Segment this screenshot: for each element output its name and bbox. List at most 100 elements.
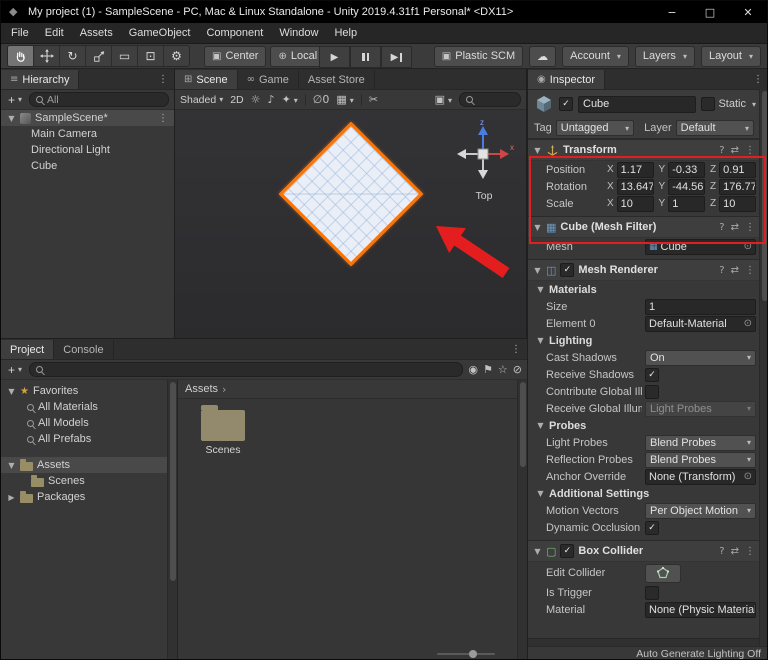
hierarchy-item-directional-light[interactable]: Directional Light xyxy=(1,142,174,158)
foldout-collapsed-icon[interactable]: ▶ xyxy=(7,493,16,502)
tab-console[interactable]: Console xyxy=(54,340,113,359)
receive-shadows-checkbox[interactable]: ✓ xyxy=(645,368,659,382)
foldout-expanded-icon[interactable]: ▼ xyxy=(533,266,542,275)
axis-cone[interactable] xyxy=(457,149,466,159)
materials-foldout[interactable]: ▼Materials xyxy=(528,281,760,298)
position-z-field[interactable]: 0.91 xyxy=(719,162,756,178)
pivot-mode-button[interactable]: ▣Center xyxy=(204,46,266,67)
search-by-type-icon[interactable]: ◉ xyxy=(468,363,478,376)
z-axis-cone[interactable] xyxy=(478,126,488,135)
scene-viewport[interactable]: z x Top xyxy=(175,110,526,340)
foldout-expanded-icon[interactable]: ▼ xyxy=(533,547,542,556)
custom-tool-button[interactable]: ⚙ xyxy=(164,46,189,66)
kebab-icon[interactable]: ⋮ xyxy=(745,222,755,233)
orientation-gizmo[interactable]: z x xyxy=(451,118,515,182)
gizmo-center-cube[interactable] xyxy=(478,149,488,159)
menu-help[interactable]: Help xyxy=(326,27,365,39)
object-name-field[interactable]: Cube xyxy=(578,96,696,113)
favorite-search-icon[interactable]: ☆ xyxy=(498,363,508,376)
preset-icon[interactable]: ⇄ xyxy=(731,222,739,233)
tab-game[interactable]: ∞Game xyxy=(238,70,299,89)
scale-z-field[interactable]: 10 xyxy=(719,196,756,212)
create-menu-button[interactable]: +▾ xyxy=(6,93,24,107)
scrollbar-thumb[interactable] xyxy=(762,91,768,301)
rotation-y-field[interactable]: -44.56 xyxy=(668,179,705,195)
cube-object-selected[interactable] xyxy=(279,122,423,266)
object-picker-icon[interactable]: ⊙ xyxy=(744,241,752,252)
cloud-button[interactable]: ☁ xyxy=(529,46,556,67)
scene-options-icon[interactable]: ⋮ xyxy=(152,113,174,124)
asset-scenes-folder[interactable]: Scenes xyxy=(194,410,252,456)
rect-tool-button[interactable]: ▭ xyxy=(112,46,138,66)
project-search-input[interactable] xyxy=(29,362,463,377)
panel-menu-icon[interactable]: ⋮ xyxy=(505,344,527,355)
kebab-icon[interactable]: ⋮ xyxy=(745,265,755,276)
dynamic-occlusion-checkbox[interactable]: ✓ xyxy=(645,521,659,535)
transform-tool-button[interactable]: ⊡ xyxy=(138,46,164,66)
menu-window[interactable]: Window xyxy=(271,27,326,39)
scene-search-input[interactable] xyxy=(459,92,521,107)
scene-tools-icon[interactable]: ✂ xyxy=(369,93,378,106)
contribute-gi-checkbox[interactable] xyxy=(645,385,659,399)
asset-zoom-slider[interactable] xyxy=(437,653,495,655)
tree-scenes-folder[interactable]: Scenes xyxy=(1,473,167,489)
light-probes-dropdown[interactable]: Blend Probes▾ xyxy=(645,435,756,451)
scale-x-field[interactable]: 10 xyxy=(617,196,654,212)
additional-settings-foldout[interactable]: ▼Additional Settings xyxy=(528,485,760,502)
2d-toggle-button[interactable]: 2D xyxy=(230,94,243,106)
foldout-expanded-icon[interactable]: ▼ xyxy=(533,146,542,155)
help-icon[interactable]: ? xyxy=(719,222,724,233)
preset-icon[interactable]: ⇄ xyxy=(731,546,739,557)
scrollbar-thumb[interactable] xyxy=(170,382,176,581)
tab-scene[interactable]: ⊞Scene xyxy=(175,70,238,89)
maximize-button[interactable]: □ xyxy=(691,1,729,23)
static-checkbox[interactable] xyxy=(701,97,715,111)
scene-effects-icon[interactable]: ✦▾ xyxy=(282,93,298,106)
axis-cone[interactable] xyxy=(478,170,488,179)
favorites-all-models[interactable]: All Models xyxy=(1,415,167,431)
foldout-expanded-icon[interactable]: ▼ xyxy=(7,387,16,396)
hidden-objects-icon[interactable]: ∅0 xyxy=(313,93,330,106)
tab-project[interactable]: Project xyxy=(1,340,54,359)
menu-edit[interactable]: Edit xyxy=(37,27,72,39)
kebab-icon[interactable]: ⋮ xyxy=(745,546,755,557)
menu-gameobject[interactable]: GameObject xyxy=(121,27,199,39)
tag-dropdown[interactable]: Untagged▾ xyxy=(556,120,634,136)
layers-dropdown[interactable]: Layers▾ xyxy=(635,46,695,67)
favorites-header[interactable]: ▼ ★ Favorites xyxy=(1,383,167,399)
project-tree-scrollbar[interactable] xyxy=(167,380,177,660)
plastic-scm-button[interactable]: ▣Plastic SCM xyxy=(434,46,523,67)
foldout-expanded-icon[interactable]: ▼ xyxy=(7,114,16,123)
object-picker-icon[interactable]: ⊙ xyxy=(744,318,752,329)
kebab-icon[interactable]: ⋮ xyxy=(745,145,755,156)
scale-y-field[interactable]: 1 xyxy=(668,196,705,212)
mesh-object-field[interactable]: ▦ Cube ⊙ xyxy=(645,239,756,255)
position-y-field[interactable]: -0.33 xyxy=(668,162,705,178)
scene-audio-icon[interactable]: ♪ xyxy=(268,93,275,106)
view-orientation-label[interactable]: Top xyxy=(469,190,499,202)
play-button[interactable]: ▶ xyxy=(319,46,350,68)
help-icon[interactable]: ? xyxy=(719,145,724,156)
project-content-scrollbar[interactable] xyxy=(517,380,527,660)
materials-size-field[interactable]: 1 xyxy=(645,299,756,315)
search-by-label-icon[interactable]: ⚑ xyxy=(483,363,493,376)
minimize-button[interactable]: − xyxy=(653,1,691,23)
favorites-all-prefabs[interactable]: All Prefabs xyxy=(1,431,167,447)
create-asset-button[interactable]: +▾ xyxy=(6,363,24,377)
grid-visibility-icon[interactable]: ▦▾ xyxy=(336,93,353,106)
project-content-area[interactable]: Assets › Scenes xyxy=(177,380,517,660)
inspector-scrollbar[interactable] xyxy=(759,89,768,646)
edit-collider-button[interactable] xyxy=(645,564,681,583)
component-enabled-checkbox[interactable]: ✓ xyxy=(560,544,574,558)
scale-tool-button[interactable] xyxy=(86,46,112,66)
layer-dropdown[interactable]: Default▾ xyxy=(676,120,754,136)
rotate-tool-button[interactable]: ↻ xyxy=(60,46,86,66)
rotation-z-field[interactable]: 176.77 xyxy=(719,179,756,195)
menu-file[interactable]: File xyxy=(3,27,37,39)
account-dropdown[interactable]: Account▾ xyxy=(562,46,629,67)
physic-material-field[interactable]: None (Physic Material)⊙ xyxy=(645,602,756,618)
scrollbar-thumb[interactable] xyxy=(520,382,526,467)
tab-inspector[interactable]: ◉ Inspector xyxy=(528,70,605,89)
foldout-expanded-icon[interactable]: ▼ xyxy=(533,223,542,232)
x-axis-cone[interactable] xyxy=(500,149,509,159)
